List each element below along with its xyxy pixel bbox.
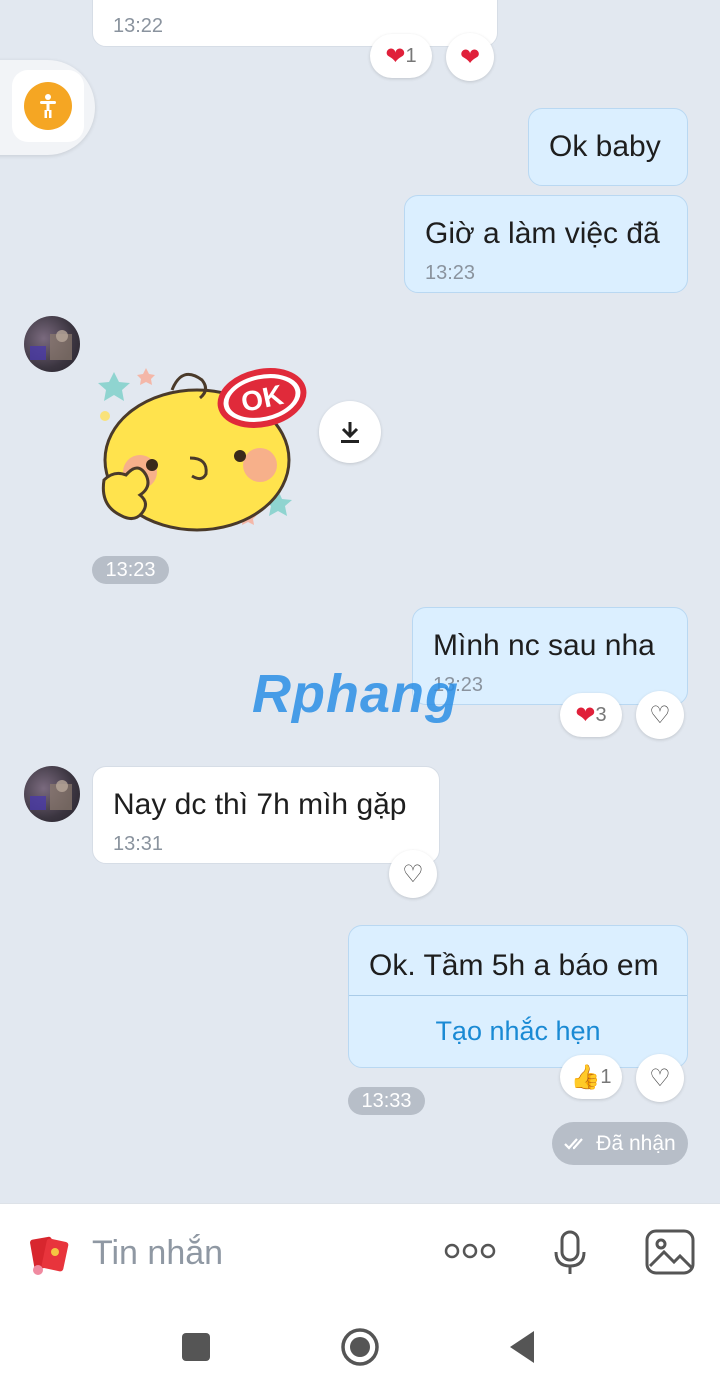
more-icon — [444, 1243, 496, 1259]
home-button[interactable] — [340, 1327, 380, 1367]
accessibility-floating-button[interactable] — [0, 60, 95, 155]
heart-icon: ❤ — [575, 701, 596, 729]
react-button[interactable]: ♡ — [389, 850, 437, 898]
message-composer: Tin nhắn — [0, 1203, 720, 1301]
message-text: Ok. Tầm 5h a báo em — [369, 949, 659, 982]
contact-avatar[interactable] — [24, 316, 80, 372]
message-bubble-outgoing[interactable]: Ok. Tầm 5h a báo em Tạo nhắc hẹn — [348, 925, 688, 1068]
red-envelope-button[interactable] — [26, 1230, 74, 1278]
message-time: 13:23 — [425, 262, 476, 284]
accessibility-button-inner — [12, 70, 84, 142]
message-text: Mình nc sau nha — [433, 629, 655, 662]
sticker-message[interactable]: OK — [92, 350, 312, 535]
system-navigation-bar — [0, 1301, 720, 1393]
voice-message-button[interactable] — [550, 1228, 590, 1278]
recents-button[interactable] — [180, 1331, 212, 1363]
watermark: Rphang — [252, 664, 459, 724]
react-button[interactable]: ♡ — [636, 1054, 684, 1102]
message-input-placeholder: Tin nhắn — [92, 1233, 224, 1272]
recents-icon — [182, 1333, 210, 1361]
message-bubble-outgoing[interactable]: Giờ a làm việc đã 13:23 — [404, 195, 688, 293]
reaction-count: 1 — [405, 44, 417, 67]
double-check-icon — [564, 1137, 584, 1150]
react-button[interactable]: ❤ — [446, 33, 494, 81]
timestamp-pill: 13:23 — [92, 556, 169, 584]
message-time: 13:22 — [113, 15, 164, 37]
download-icon — [341, 422, 359, 443]
message-bubble-incoming[interactable]: 13:22 — [92, 0, 498, 47]
send-image-button[interactable] — [644, 1228, 696, 1276]
create-reminder-button[interactable]: Tạo nhắc hẹn — [349, 996, 687, 1066]
thumbs-up-icon: 👍 — [570, 1063, 601, 1091]
delivery-status-label: Đã nhận — [596, 1131, 676, 1155]
timestamp-pill: 13:33 — [348, 1087, 425, 1115]
image-icon — [645, 1229, 695, 1275]
heart-outline-icon: ♡ — [649, 1064, 671, 1092]
reaction-summary[interactable]: 👍 1 — [560, 1055, 622, 1099]
delivery-status-badge: Đã nhận — [552, 1122, 688, 1165]
message-bubble-incoming[interactable]: Nay dc thì 7h mìh gặp 13:31 — [92, 766, 440, 864]
reaction-count: 1 — [600, 1065, 612, 1088]
react-button[interactable]: ♡ — [636, 691, 684, 739]
home-icon — [341, 1328, 379, 1366]
back-icon — [510, 1331, 534, 1363]
back-button[interactable] — [506, 1329, 538, 1365]
more-options-button[interactable] — [440, 1236, 500, 1266]
heart-outline-icon: ♡ — [402, 860, 424, 888]
heart-outline-icon: ♡ — [649, 701, 671, 729]
message-text: Nay dc thì 7h mìh gặp — [113, 788, 407, 821]
message-input[interactable]: Tin nhắn — [92, 1224, 422, 1282]
contact-avatar[interactable] — [24, 766, 80, 822]
red-envelope-icon — [30, 1236, 69, 1275]
accessibility-icon — [24, 82, 72, 130]
message-text: Ok baby — [549, 130, 661, 163]
message-time: 13:31 — [113, 833, 164, 855]
message-text: Giờ a làm việc đã — [425, 217, 660, 250]
microphone-icon — [554, 1230, 586, 1274]
watermark-text: Rphang — [252, 664, 459, 724]
heart-icon: ❤ — [385, 42, 406, 70]
message-bubble-outgoing[interactable]: Ok baby — [528, 108, 688, 186]
create-reminder-label: Tạo nhắc hẹn — [435, 1015, 601, 1046]
reaction-summary[interactable]: ❤ 3 — [560, 693, 622, 737]
heart-icon: ❤ — [459, 43, 481, 71]
download-sticker-button[interactable] — [319, 401, 381, 463]
reaction-count: 3 — [595, 703, 607, 726]
reaction-summary[interactable]: ❤ 1 — [370, 34, 432, 78]
